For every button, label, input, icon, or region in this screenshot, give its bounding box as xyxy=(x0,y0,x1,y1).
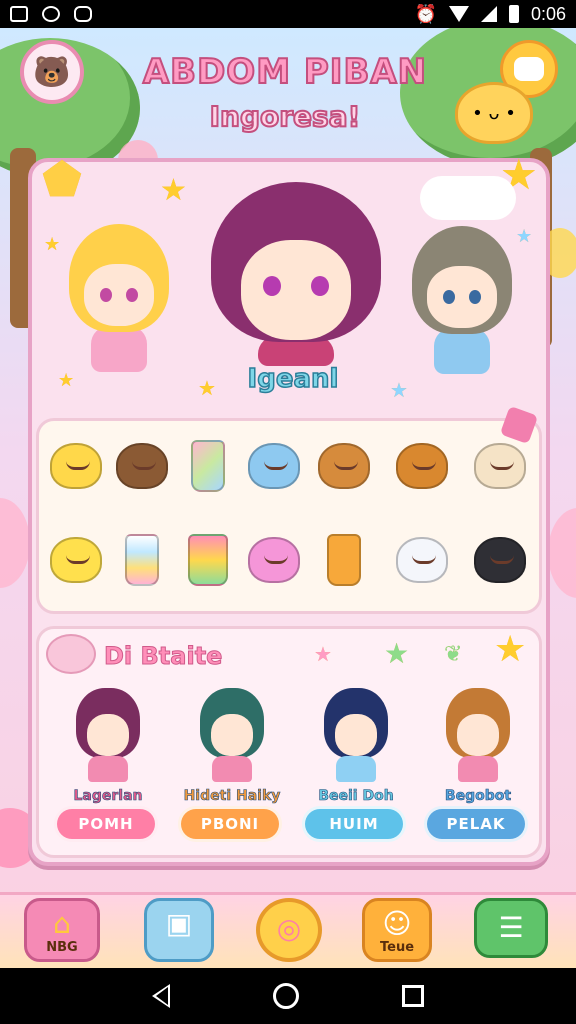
back-icon[interactable] xyxy=(151,984,170,1008)
alarm-icon: ⏰ xyxy=(414,3,437,24)
ring-icon: ◎ xyxy=(276,912,302,945)
star-icon: ★ xyxy=(314,642,332,666)
home-icon: ⌂ xyxy=(53,907,71,940)
signal-icon xyxy=(480,6,497,22)
item-brown-bear[interactable] xyxy=(114,438,170,494)
item-orange-fox[interactable] xyxy=(316,438,372,494)
card-button[interactable]: PELAK xyxy=(424,806,528,842)
game-subtitle: Ingoresa! xyxy=(209,99,362,134)
gallery-notification-icon xyxy=(10,6,28,22)
nav-ring-button[interactable]: ◎ xyxy=(256,898,322,962)
chick-mascot: • ᴗ • xyxy=(455,82,533,144)
character-dress xyxy=(91,326,147,372)
star-icon: ★ xyxy=(160,173,187,208)
item-orange-bottle[interactable] xyxy=(316,532,372,588)
item-striped-cup[interactable] xyxy=(180,438,236,494)
character-card-3[interactable]: Beeii Doh HUIM xyxy=(302,684,410,854)
character-card-2[interactable]: Hideti Haiky PBONI xyxy=(178,684,286,854)
status-bar: ⏰ 0:06 xyxy=(0,0,576,28)
recents-icon[interactable] xyxy=(402,985,425,1007)
featured-character-name: Igeanl xyxy=(247,363,339,395)
bear-avatar-icon: 🐻 xyxy=(33,54,71,90)
star-icon: ★ xyxy=(390,378,408,402)
app-notification-icon xyxy=(42,6,60,22)
star-icon: ★ xyxy=(516,226,533,247)
card-button[interactable]: POMH xyxy=(54,806,158,842)
mascot-icon: ☺ xyxy=(382,907,412,940)
item-yellow-bear-2[interactable] xyxy=(48,532,104,588)
star-icon: ★ xyxy=(384,637,410,670)
game-title: ABDOM PIBAN xyxy=(142,51,428,93)
nav-inventory-button[interactable]: ▣ xyxy=(144,898,214,962)
status-time: 0:06 xyxy=(530,3,566,24)
item-yellow-bear[interactable] xyxy=(48,438,104,494)
item-rainbow-cup[interactable] xyxy=(114,532,170,588)
pig-icon xyxy=(46,634,96,674)
character-card-1[interactable]: Lagerlan POMH xyxy=(54,684,162,854)
card-outfit xyxy=(212,756,252,782)
item-penguin[interactable] xyxy=(472,532,528,588)
card-button[interactable]: PBONI xyxy=(178,806,282,842)
star-icon: ★ xyxy=(198,376,216,400)
card-name: Hideti Haiky xyxy=(183,788,281,805)
card-name: Beeii Doh xyxy=(318,788,394,805)
card-face xyxy=(211,714,253,756)
item-cream-bear[interactable] xyxy=(472,438,528,494)
card-name: Lagerlan xyxy=(73,788,143,805)
item-pink-blob[interactable] xyxy=(246,532,302,588)
character-dress xyxy=(434,328,490,374)
card-face xyxy=(457,714,499,756)
card-button[interactable]: HUIM xyxy=(302,806,406,842)
star-icon: ★ xyxy=(44,234,61,255)
star-icon: ⬟ xyxy=(42,152,82,206)
card-outfit xyxy=(88,756,128,782)
nav-mascot-button[interactable]: ☺ Teue xyxy=(362,898,432,962)
item-orange-bird[interactable] xyxy=(394,438,450,494)
star-icon: ★ xyxy=(494,629,527,670)
side-character xyxy=(0,498,30,588)
nav-mascot-label: Teue xyxy=(379,940,415,955)
section-title: Di Btaite xyxy=(103,642,223,671)
nav-home-label: NBG xyxy=(46,940,78,955)
character-featured[interactable] xyxy=(206,182,386,372)
system-nav-bar xyxy=(0,968,576,1024)
wifi-icon xyxy=(448,6,469,22)
card-outfit xyxy=(458,756,498,782)
item-pencil-cup[interactable] xyxy=(180,532,236,588)
item-blue-dino[interactable] xyxy=(246,438,302,494)
character-gray[interactable] xyxy=(408,226,516,386)
character-card-4[interactable]: Begobot PELAK xyxy=(424,684,532,854)
nav-menu-button[interactable]: ☰ xyxy=(474,898,548,958)
character-blonde[interactable] xyxy=(64,224,174,384)
battery-icon xyxy=(508,5,519,23)
chat-bubble-icon xyxy=(514,57,544,81)
side-character xyxy=(548,508,576,598)
leaf-icon: ❦ xyxy=(444,642,463,667)
profile-avatar-button[interactable]: 🐻 xyxy=(20,40,84,104)
inventory-icon: ▣ xyxy=(165,907,193,940)
home-circle-icon[interactable] xyxy=(272,983,299,1009)
card-name: Begobot xyxy=(444,788,512,805)
card-face xyxy=(87,714,129,756)
item-white-cat[interactable] xyxy=(394,532,450,588)
card-outfit xyxy=(336,756,376,782)
menu-icon: ☰ xyxy=(498,911,524,944)
card-face xyxy=(335,714,377,756)
camera-notification-icon xyxy=(74,6,92,22)
cloud-decoration xyxy=(420,176,516,220)
nav-home-button[interactable]: ⌂ NBG xyxy=(24,898,100,962)
